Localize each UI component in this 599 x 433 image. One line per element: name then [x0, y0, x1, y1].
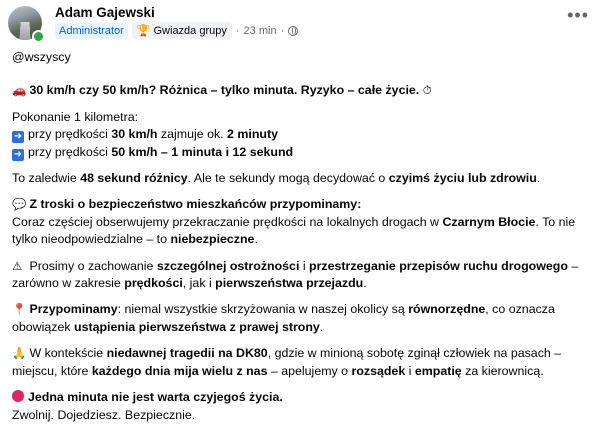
post-meta: Administrator 🏆 Gwiazda grupy · 23 min ·: [55, 22, 299, 39]
mention[interactable]: @wszyscy: [12, 49, 592, 66]
group-star-label: Gwiazda grupy: [153, 24, 227, 37]
separator-dot: ·: [235, 24, 240, 37]
warning-paragraph: ⚠ Prosimy o zachowanie szczególnej ostro…: [12, 258, 579, 291]
pushpin-icon: 📍: [12, 302, 27, 317]
online-status-dot: [32, 30, 45, 43]
distance-intro: Pokonanie 1 kilometra:: [12, 109, 139, 124]
final-paragraph: Jedna minuta nie jest warta czyjegoś życ…: [12, 390, 283, 422]
author-name[interactable]: Adam Gajewski: [55, 5, 155, 20]
praying-hands-icon: 🙏: [12, 346, 27, 361]
right-arrow-icon: ➜: [12, 131, 24, 144]
stopwatch-icon: ⏱: [422, 83, 432, 98]
distance-block: Pokonanie 1 kilometra: ➜ przy prędkości 3…: [12, 109, 592, 161]
speech-bubble-icon: 💬: [12, 197, 27, 212]
warning-icon: ⚠: [12, 258, 23, 273]
difference-paragraph: To zaledwie 48 sekund różnicy. Ale te se…: [12, 171, 541, 186]
group-post: Adam Gajewski Administrator 🏆 Gwiazda gr…: [0, 0, 599, 422]
line-30kmh: ➜ przy prędkości 30 km/h zajmuje ok. 2 mi…: [12, 127, 278, 144]
post-time[interactable]: 23 min: [244, 25, 277, 37]
headline: 🚗 30 km/h czy 50 km/h? Różnica – tylko m…: [12, 82, 592, 99]
car-icon: 🚗: [12, 83, 27, 98]
trophy-icon: 🏆: [136, 25, 151, 37]
more-options-icon[interactable]: •••: [567, 6, 589, 24]
care-paragraph: 💬 Z troski o bezpieczeństwo mieszkańców …: [12, 197, 576, 247]
line-50kmh: ➜ przy prędkości 50 km/h – 1 minuta i 12 …: [12, 144, 294, 161]
group-star-badge[interactable]: 🏆 Gwiazda grupy: [131, 22, 232, 39]
post-text: @wszyscy 🚗 30 km/h czy 50 km/h? Różnica …: [12, 49, 592, 433]
globe-icon: [288, 25, 299, 36]
separator-dot: ·: [280, 24, 285, 37]
right-arrow-icon: ➜: [12, 148, 24, 161]
admin-badge[interactable]: Administrator: [55, 22, 128, 39]
tragedy-paragraph: 🙏 W kontekście niedawnej tragedii na DK8…: [12, 346, 562, 378]
reminder-paragraph: 📍 Przypominamy: niemal wszystkie skrzyżo…: [12, 302, 555, 334]
red-circle-icon: [12, 390, 24, 403]
